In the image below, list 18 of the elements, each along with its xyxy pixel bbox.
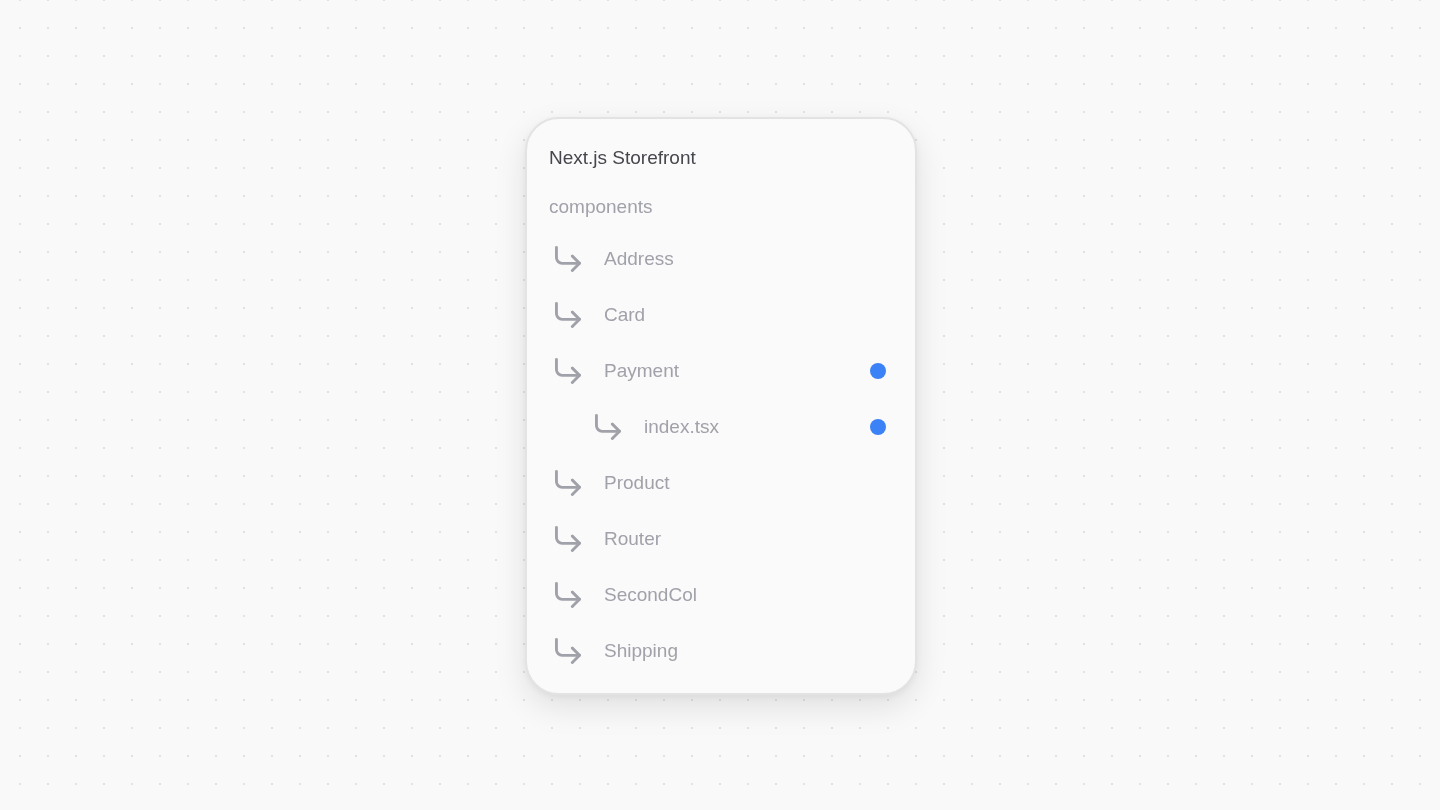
tree-item[interactable]: Product xyxy=(549,455,886,511)
corner-arrow-icon xyxy=(595,414,621,440)
corner-arrow-icon xyxy=(555,246,581,272)
corner-arrow-icon xyxy=(555,470,581,496)
corner-arrow-icon xyxy=(555,302,581,328)
corner-arrow-icon xyxy=(555,526,581,552)
corner-arrow-icon xyxy=(555,582,581,608)
project-title: Next.js Storefront xyxy=(549,146,696,170)
corner-arrow-icon xyxy=(555,358,581,384)
folder-label[interactable]: components xyxy=(549,195,653,219)
tree-item[interactable]: Shipping xyxy=(549,623,886,679)
tree-item[interactable]: SecondCol xyxy=(549,567,886,623)
tree-item[interactable]: Card xyxy=(549,287,886,343)
tree-item[interactable]: Payment xyxy=(549,343,886,399)
tree-item[interactable]: index.tsx xyxy=(549,399,886,455)
corner-arrow-icon xyxy=(555,638,581,664)
tree-item[interactable]: Address xyxy=(549,231,886,287)
tree-item[interactable]: Router xyxy=(549,511,886,567)
